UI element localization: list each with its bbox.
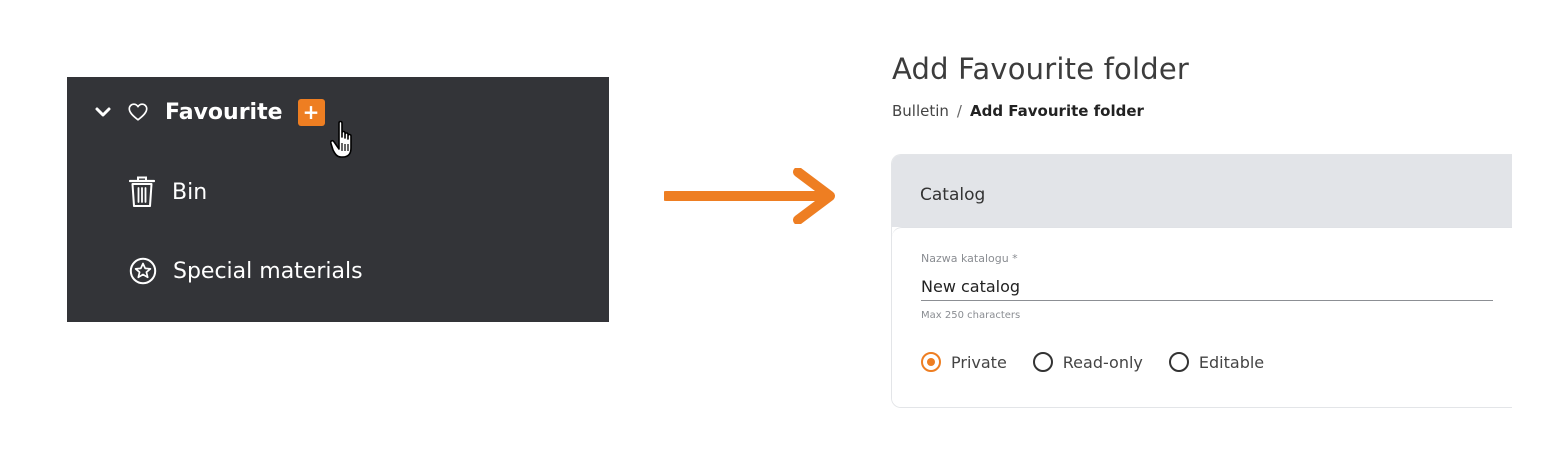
radio-checked-icon[interactable] <box>921 352 941 372</box>
catalog-name-label: Nazwa katalogu * <box>921 252 1018 265</box>
radio-read-only[interactable]: Read-only <box>1032 352 1143 372</box>
sidebar-item-label: Bin <box>172 179 208 205</box>
radio-label: Read-only <box>1062 352 1143 372</box>
radio-editable[interactable]: Editable <box>1168 352 1265 372</box>
radio-label: Editable <box>1198 352 1265 372</box>
sidebar-item-label: Favourite <box>165 99 283 125</box>
sidebar-item-label: Special materials <box>173 258 363 284</box>
radio-private[interactable]: Private <box>921 352 1007 372</box>
sidebar-item-special-materials[interactable]: Special materials <box>129 253 363 289</box>
breadcrumb: Bulletin / Add Favourite folder <box>892 102 1144 120</box>
card-header: Catalog <box>892 155 1512 227</box>
catalog-card: Catalog Nazwa katalogu * Max 250 charact… <box>891 154 1512 408</box>
breadcrumb-separator: / <box>956 102 962 120</box>
chevron-down-icon[interactable] <box>93 102 113 122</box>
trash-icon <box>129 176 155 207</box>
radio-unchecked-icon[interactable] <box>1168 352 1189 372</box>
page-title: Add Favourite folder <box>892 52 1190 86</box>
add-folder-button[interactable]: + <box>297 98 325 126</box>
access-radio-group: Private Read-only Editable <box>921 352 1290 372</box>
heart-icon <box>128 103 148 121</box>
catalog-name-input[interactable] <box>921 272 1493 301</box>
star-circle-icon <box>129 257 157 285</box>
breadcrumb-root-link[interactable]: Bulletin <box>892 102 949 120</box>
radio-unchecked-icon[interactable] <box>1032 352 1053 372</box>
sidebar-item-bin[interactable]: Bin <box>129 174 207 210</box>
catalog-name-hint: Max 250 characters <box>921 310 1021 321</box>
sidebar-item-favourite[interactable]: Favourite + <box>93 95 325 129</box>
breadcrumb-current: Add Favourite folder <box>969 102 1144 120</box>
hand-cursor-icon <box>330 120 352 158</box>
card-title: Catalog <box>920 185 986 205</box>
sidebar: Favourite + Bin Special materials <box>67 77 609 322</box>
radio-label: Private <box>951 352 1007 372</box>
arrow-right-icon <box>664 168 835 224</box>
card-body: Nazwa katalogu * Max 250 characters Priv… <box>892 227 1512 407</box>
